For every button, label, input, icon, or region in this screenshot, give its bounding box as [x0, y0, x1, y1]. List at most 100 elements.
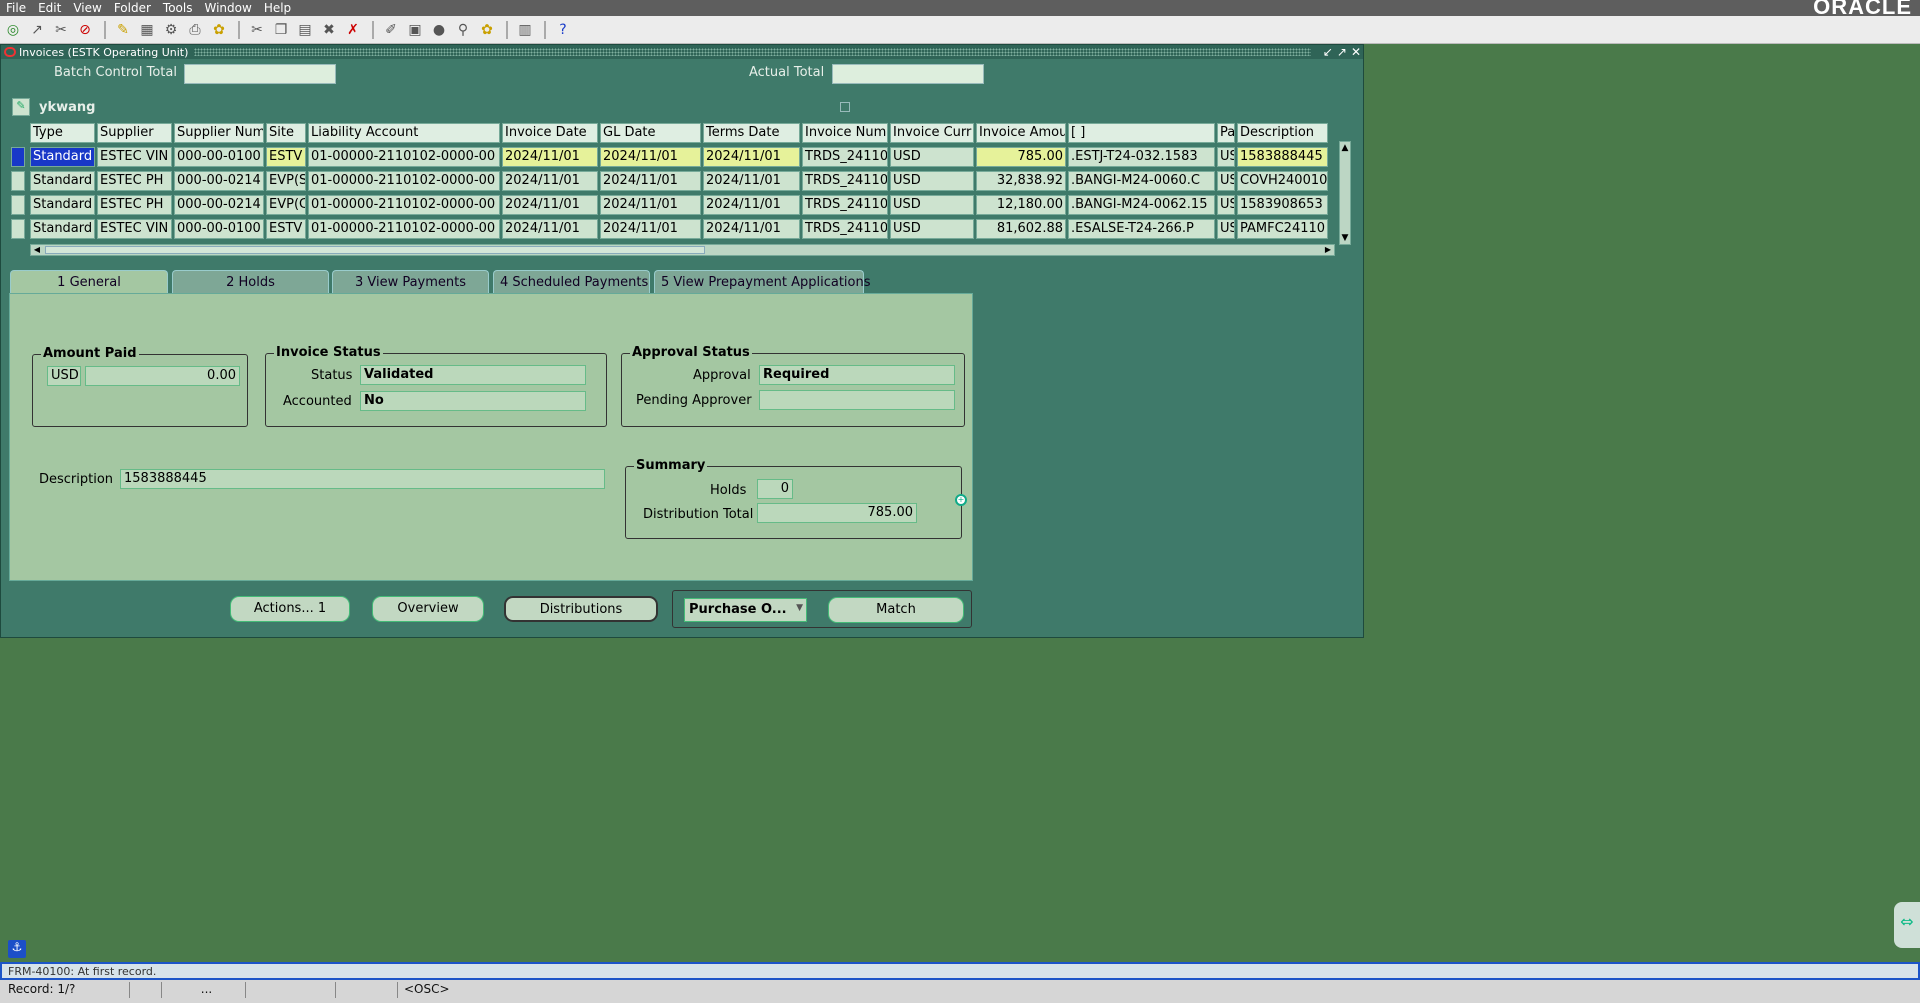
col-liability-account[interactable]: Liability Account	[308, 123, 500, 143]
cell-bracket[interactable]: .ESALSE-T24-266.P	[1068, 219, 1215, 239]
col-bracket[interactable]: [ ]	[1068, 123, 1215, 143]
cell-gl-date[interactable]: 2024/11/01	[600, 219, 701, 239]
cell-site[interactable]: ESTV	[266, 147, 306, 167]
save-icon[interactable]: ▦	[136, 20, 158, 40]
cell-type[interactable]: Standard	[30, 195, 95, 215]
minimize-icon[interactable]: ↙	[1323, 45, 1333, 59]
purchase-order-select[interactable]: Purchase O... ▼	[684, 598, 807, 622]
cell-invoice-num[interactable]: TRDS_24110	[802, 219, 888, 239]
cell-supplier-num[interactable]: 000-00-0100	[174, 219, 264, 239]
col-site[interactable]: Site	[266, 123, 306, 143]
col-terms-date[interactable]: Terms Date	[703, 123, 800, 143]
folder-open-icon[interactable]: ✎	[112, 20, 134, 40]
cell-description[interactable]: PAMFC24110	[1237, 219, 1328, 239]
batch-control-total-field[interactable]	[184, 64, 336, 84]
zoom-icon[interactable]: ▣	[404, 20, 426, 40]
cell-bracket[interactable]: .BANGI-M24-0062.15	[1068, 195, 1215, 215]
menu-window[interactable]: Window	[198, 1, 257, 15]
print-icon[interactable]: ⎙	[184, 20, 206, 40]
cell-liability-account[interactable]: 01-00000-2110102-0000-00	[308, 195, 500, 215]
close-form-icon[interactable]: ✿	[208, 20, 230, 40]
clear-record-icon[interactable]: ✖	[318, 20, 340, 40]
cell-liability-account[interactable]: 01-00000-2110102-0000-00	[308, 171, 500, 191]
new-icon[interactable]: ↗	[26, 20, 48, 40]
cell-site[interactable]: ESTV	[266, 219, 306, 239]
cell-supplier-num[interactable]: 000-00-0100	[174, 147, 264, 167]
edit-field-icon[interactable]: ✐	[380, 20, 402, 40]
col-invoice-date[interactable]: Invoice Date	[502, 123, 598, 143]
copy-icon[interactable]: ❐	[270, 20, 292, 40]
col-supplier[interactable]: Supplier	[97, 123, 172, 143]
cell-description[interactable]: COVH240010	[1237, 171, 1328, 191]
tab-general[interactable]: 1 General	[10, 270, 168, 295]
distributions-button[interactable]: Distributions	[504, 596, 658, 622]
cell-invoice-amount[interactable]: 32,838.92	[976, 171, 1066, 191]
folder-tools-icon[interactable]: ✿	[476, 20, 498, 40]
delete-icon[interactable]: ✗	[342, 20, 364, 40]
cell-supplier[interactable]: ESTEC VIN	[97, 219, 172, 239]
cell-bracket[interactable]: .BANGI-M24-0060.C	[1068, 171, 1215, 191]
attachments-icon[interactable]: ⚲	[452, 20, 474, 40]
cell-invoice-date[interactable]: 2024/11/01	[502, 171, 598, 191]
cell-site[interactable]: EVP(S	[266, 171, 306, 191]
cell-invoice-num[interactable]: TRDS_24110	[802, 195, 888, 215]
tab-holds[interactable]: 2 Holds	[172, 270, 329, 294]
menu-file[interactable]: File	[0, 1, 32, 15]
close-icon[interactable]: ✕	[1351, 45, 1361, 59]
cell-terms-date[interactable]: 2024/11/01	[703, 195, 800, 215]
horizontal-scrollbar[interactable]: ◀ ▶	[30, 244, 1335, 256]
cell-pa[interactable]: US	[1217, 147, 1235, 167]
cell-description[interactable]: 1583888445	[1237, 147, 1328, 167]
cell-pa[interactable]: US	[1217, 195, 1235, 215]
cell-liability-account[interactable]: 01-00000-2110102-0000-00	[308, 147, 500, 167]
col-pa[interactable]: Pa	[1217, 123, 1235, 143]
row-selector[interactable]	[11, 147, 25, 167]
paste-icon[interactable]: ▤	[294, 20, 316, 40]
scroll-left-icon[interactable]: ◀	[31, 245, 43, 255]
cell-description[interactable]: 1583908653	[1237, 195, 1328, 215]
edit-user-icon[interactable]: ✎	[12, 98, 30, 116]
cell-invoice-curr[interactable]: USD	[890, 195, 974, 215]
vertical-scrollbar[interactable]: ▲ ▼	[1339, 141, 1351, 245]
cell-supplier[interactable]: ESTEC PH	[97, 171, 172, 191]
cell-bracket[interactable]: .ESTJ-T24-032.1583	[1068, 147, 1215, 167]
cell-supplier-num[interactable]: 000-00-0214	[174, 171, 264, 191]
cell-invoice-date[interactable]: 2024/11/01	[502, 219, 598, 239]
match-button[interactable]: Match	[828, 597, 964, 623]
checkbox[interactable]	[840, 102, 850, 112]
col-invoice-amount[interactable]: Invoice Amoui	[976, 123, 1066, 143]
cell-pa[interactable]: US	[1217, 219, 1235, 239]
cell-supplier-num[interactable]: 000-00-0214	[174, 195, 264, 215]
cell-invoice-curr[interactable]: USD	[890, 219, 974, 239]
cell-invoice-curr[interactable]: USD	[890, 171, 974, 191]
cell-invoice-num[interactable]: TRDS_24110	[802, 147, 888, 167]
cell-invoice-date[interactable]: 2024/11/01	[502, 147, 598, 167]
side-panel-toggle-icon[interactable]: ⇔	[1894, 902, 1920, 948]
actual-total-field[interactable]	[832, 64, 984, 84]
row-selector[interactable]	[11, 195, 25, 215]
cell-invoice-amount[interactable]: 81,602.88	[976, 219, 1066, 239]
cell-invoice-date[interactable]: 2024/11/01	[502, 195, 598, 215]
scroll-down-icon[interactable]: ▼	[1340, 232, 1350, 244]
overview-button[interactable]: Overview	[372, 596, 484, 622]
col-gl-date[interactable]: GL Date	[600, 123, 701, 143]
col-description[interactable]: Description	[1237, 123, 1328, 143]
window-help-icon[interactable]: ▥	[514, 20, 536, 40]
col-supplier-num[interactable]: Supplier Num	[174, 123, 264, 143]
tab-scheduled-payments[interactable]: 4 Scheduled Payments	[493, 270, 650, 294]
maximize-icon[interactable]: ↗	[1337, 45, 1347, 59]
cell-terms-date[interactable]: 2024/11/01	[703, 219, 800, 239]
tab-view-prepayment-applications[interactable]: 5 View Prepayment Applications	[654, 270, 871, 294]
target-icon[interactable]: +	[955, 494, 967, 506]
cell-invoice-amount[interactable]: 785.00	[976, 147, 1066, 167]
col-invoice-curr[interactable]: Invoice Curr	[890, 123, 974, 143]
scroll-right-icon[interactable]: ▶	[1322, 245, 1334, 255]
menu-help[interactable]: Help	[258, 1, 297, 15]
cell-gl-date[interactable]: 2024/11/01	[600, 147, 701, 167]
cell-site[interactable]: EVP(C	[266, 195, 306, 215]
row-selector[interactable]	[11, 219, 25, 239]
scroll-thumb[interactable]	[45, 246, 705, 254]
cell-invoice-amount[interactable]: 12,180.00	[976, 195, 1066, 215]
cell-liability-account[interactable]: 01-00000-2110102-0000-00	[308, 219, 500, 239]
menu-tools[interactable]: Tools	[157, 1, 199, 15]
